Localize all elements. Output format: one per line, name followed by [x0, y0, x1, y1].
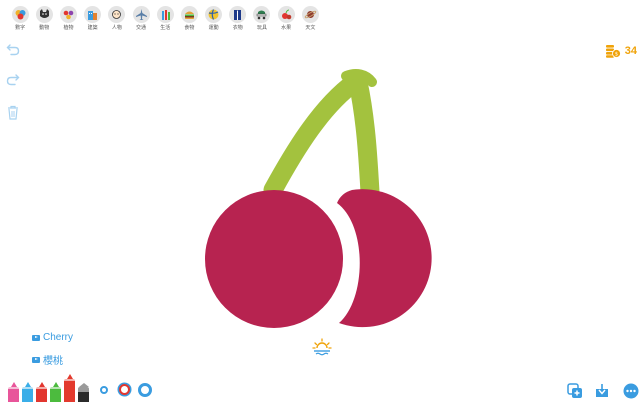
- pen-palette: [8, 374, 89, 402]
- pen-red-selected[interactable]: [64, 374, 75, 402]
- brush-size-medium[interactable]: [119, 384, 130, 395]
- brush-size-large[interactable]: [138, 383, 152, 397]
- word-chinese-label: 櫻桃: [43, 356, 63, 367]
- download-icon: [596, 384, 608, 397]
- brush-size-small[interactable]: [100, 386, 108, 394]
- add-layer-button[interactable]: [567, 383, 583, 399]
- pen-black[interactable]: [78, 383, 89, 402]
- more-button[interactable]: [623, 383, 639, 399]
- pen-red[interactable]: [36, 382, 47, 402]
- word-english[interactable]: Cherry: [32, 332, 73, 343]
- word-chinese[interactable]: 櫻桃: [32, 352, 63, 367]
- sunrise-icon: [312, 338, 332, 356]
- pen-green[interactable]: [50, 382, 61, 402]
- video-play-icon: [32, 356, 40, 363]
- copy-plus-icon: [567, 383, 582, 398]
- save-button[interactable]: [594, 383, 610, 399]
- pen-blue[interactable]: [22, 382, 33, 402]
- pen-pink[interactable]: [8, 382, 19, 402]
- cherry-illustration: [205, 69, 432, 328]
- hint-button[interactable]: [312, 338, 332, 356]
- more-icon: [623, 383, 639, 399]
- word-english-label: Cherry: [43, 332, 74, 343]
- video-play-icon: [32, 334, 40, 341]
